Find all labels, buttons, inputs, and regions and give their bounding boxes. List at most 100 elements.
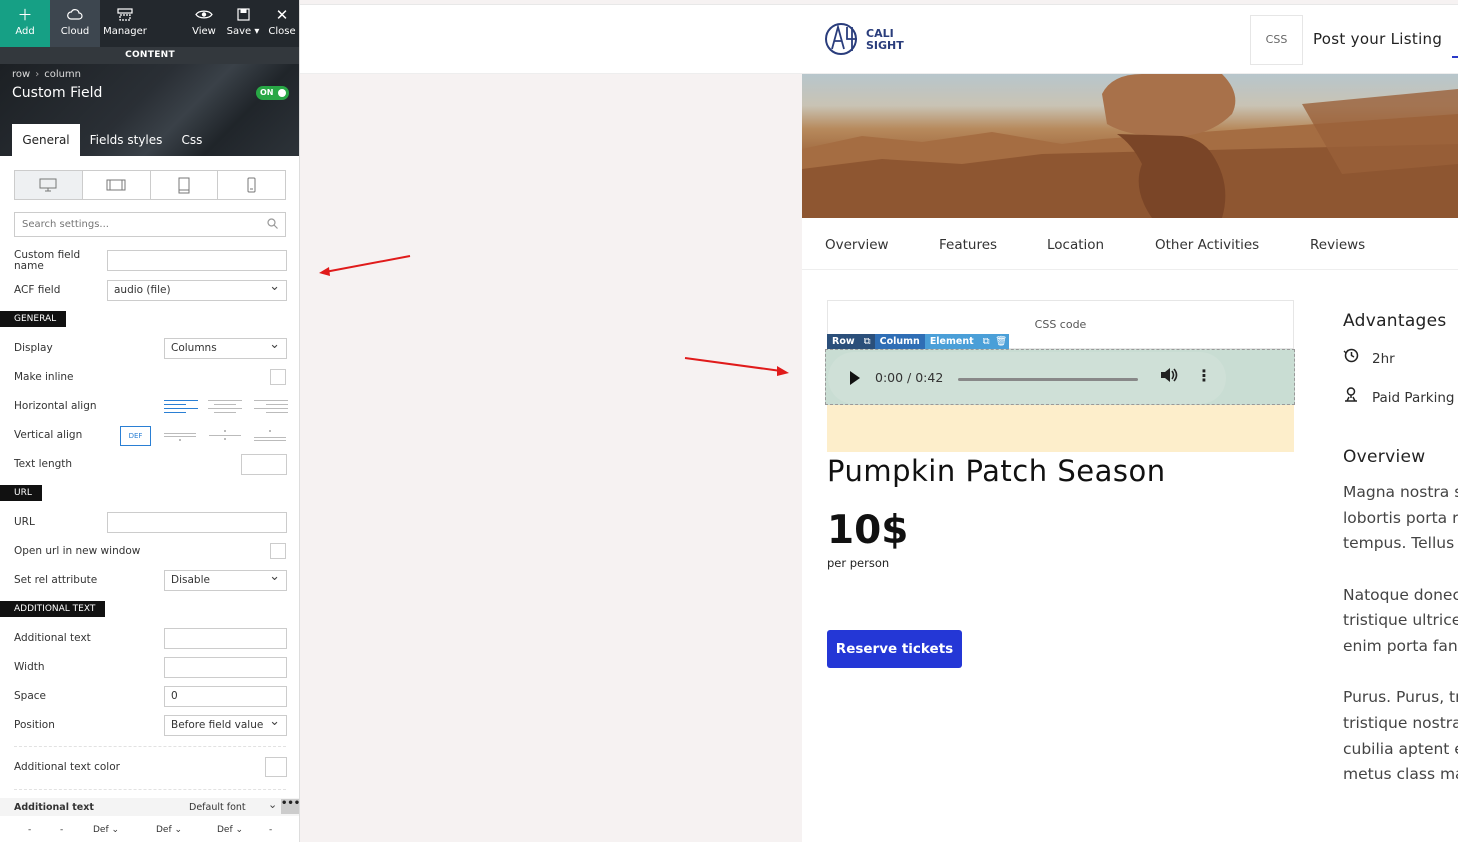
acf-field-label: ACF field <box>14 284 61 296</box>
custom-field-name-input[interactable] <box>107 250 287 271</box>
font-size-value[interactable]: - <box>28 825 31 835</box>
manager-icon <box>100 0 150 26</box>
overview-line: tempus. Tellus s <box>1343 534 1458 552</box>
additional-text-input[interactable] <box>164 628 287 649</box>
floppy-icon <box>224 0 262 26</box>
subnav-overview[interactable]: Overview <box>825 237 889 253</box>
overview-line: Magna nostra s <box>1343 483 1458 501</box>
divider <box>14 746 286 747</box>
logo-text: CALI SIGHT <box>866 27 904 52</box>
set-rel-select[interactable]: Disable <box>164 567 287 591</box>
close-button[interactable]: ✕ Close <box>264 0 299 47</box>
text-length-input[interactable] <box>241 454 287 475</box>
editor-toolbar: ＋ Add Cloud Manager View Save ▾ ✕ Close <box>0 0 299 47</box>
vertical-align-label: Vertical align <box>14 429 83 441</box>
text-transform-select[interactable]: Def ⌄ <box>156 825 182 835</box>
tablet-landscape-icon[interactable] <box>83 171 151 199</box>
cloud-icon <box>50 0 100 26</box>
duplicate-icon[interactable]: ⧉ <box>978 334 994 349</box>
crumb-column[interactable]: Column <box>874 334 925 349</box>
save-button[interactable]: Save ▾ <box>224 0 262 47</box>
overview-line: cubilia aptent e <box>1343 740 1458 758</box>
play-icon[interactable] <box>850 371 860 385</box>
display-select[interactable]: Columns <box>164 335 287 359</box>
space-input[interactable]: 0 <box>164 686 287 707</box>
add-button[interactable]: ＋ Add <box>0 0 50 47</box>
copy-icon[interactable]: ⧉ <box>859 334 875 349</box>
crumb-row[interactable]: Row <box>827 334 860 349</box>
valign-top-icon[interactable] <box>164 430 196 442</box>
section-url: URL <box>0 485 42 501</box>
tab-css[interactable]: Css <box>170 124 214 156</box>
tab-fields-styles[interactable]: Fields styles <box>84 124 168 156</box>
site-header: CALI SIGHT CSS code Post your Listing <box>300 4 1458 94</box>
volume-icon[interactable] <box>1160 367 1178 387</box>
acf-field-select[interactable]: audio (file) <box>107 277 287 301</box>
enable-toggle[interactable]: ON <box>256 86 289 100</box>
subnav-location[interactable]: Location <box>1047 237 1104 253</box>
audio-progress-bar[interactable] <box>958 378 1138 381</box>
url-input[interactable] <box>107 512 287 533</box>
search-input[interactable] <box>15 213 255 236</box>
chevron-down-icon: ⌄ <box>111 825 120 835</box>
parking-icon <box>1343 386 1372 406</box>
horizontal-align-label: Horizontal align <box>14 400 97 412</box>
desktop-icon[interactable] <box>15 171 83 199</box>
subnav-other-activities[interactable]: Other Activities <box>1155 237 1259 253</box>
additional-text-color-swatch[interactable] <box>265 757 287 777</box>
valign-bottom-icon[interactable] <box>254 430 286 442</box>
breadcrumb-row[interactable]: row <box>12 69 30 80</box>
editor-panel: ＋ Add Cloud Manager View Save ▾ ✕ Close … <box>0 0 300 842</box>
line-height-value[interactable]: - <box>60 825 63 835</box>
font-weight-select[interactable]: Def ⌄ <box>93 825 119 835</box>
post-listing-link[interactable]: Post your Listing <box>1313 30 1442 48</box>
close-icon: ✕ <box>275 6 289 24</box>
valign-middle-icon[interactable] <box>209 430 241 442</box>
subnav-features[interactable]: Features <box>939 237 997 253</box>
align-center-icon[interactable] <box>208 398 242 416</box>
chevron-down-icon: ⌄ <box>235 825 244 835</box>
additional-text-font-label: Additional text <box>14 802 94 813</box>
view-button[interactable]: View <box>186 0 222 47</box>
width-input[interactable] <box>164 657 287 678</box>
rock-formation-image <box>802 74 1458 218</box>
header-css-code-element[interactable]: CSS code <box>1250 15 1303 94</box>
font-style-select[interactable]: Def ⌄ <box>217 825 243 835</box>
display-label: Display <box>14 342 53 354</box>
editor-element-breadcrumb: Row ⧉ Column Element ⧉ 🗑 <box>827 334 1009 349</box>
cloud-button[interactable]: Cloud <box>50 0 100 47</box>
font-family-select[interactable]: Default font <box>189 802 246 813</box>
selected-element-outline: 0:00 / 0:42 ⋮ <box>825 349 1295 405</box>
position-label: Position <box>14 719 55 731</box>
reserve-tickets-button[interactable]: Reserve tickets <box>827 630 962 668</box>
position-select[interactable]: Before field value <box>164 712 287 736</box>
open-new-window-checkbox[interactable] <box>270 543 286 559</box>
advantage-item: Paid Parking <box>1343 386 1454 406</box>
letter-spacing-value[interactable]: - <box>269 825 272 835</box>
more-options-icon[interactable]: ••• <box>281 799 299 814</box>
align-right-icon[interactable] <box>254 398 288 416</box>
breadcrumb-column[interactable]: column <box>44 69 81 80</box>
tab-general[interactable]: General <box>12 124 80 156</box>
tablet-portrait-icon[interactable] <box>151 171 219 199</box>
custom-field-block: CSS code Row ⧉ Column Element ⧉ 🗑 0:00 /… <box>825 300 1295 452</box>
vertical-align-default[interactable]: DEF <box>120 426 151 446</box>
manager-button[interactable]: Manager <box>100 0 150 47</box>
trash-icon[interactable]: 🗑 <box>993 334 1009 349</box>
mobile-icon[interactable] <box>218 171 285 199</box>
chevron-down-icon[interactable]: ⌄ <box>268 798 277 811</box>
content-label: CONTENT <box>0 47 299 64</box>
breadcrumb: row › column <box>12 69 81 80</box>
text-length-label: Text length <box>14 458 73 470</box>
listing-page: Overview Features Location Other Activit… <box>802 74 1458 842</box>
advantage-item: 2hr <box>1343 347 1395 367</box>
overview-line: tristique ultrice <box>1343 611 1458 629</box>
caret-down-icon: ▾ <box>251 26 260 37</box>
subnav-reviews[interactable]: Reviews <box>1310 237 1365 253</box>
section-additional-text: ADDITIONAL TEXT <box>0 601 106 617</box>
make-inline-checkbox[interactable] <box>270 369 286 385</box>
crumb-element[interactable]: Element <box>924 334 979 349</box>
overview-line: lobortis porta r <box>1343 509 1458 527</box>
more-vertical-icon[interactable]: ⋮ <box>1196 366 1212 385</box>
align-left-icon[interactable] <box>164 398 198 416</box>
